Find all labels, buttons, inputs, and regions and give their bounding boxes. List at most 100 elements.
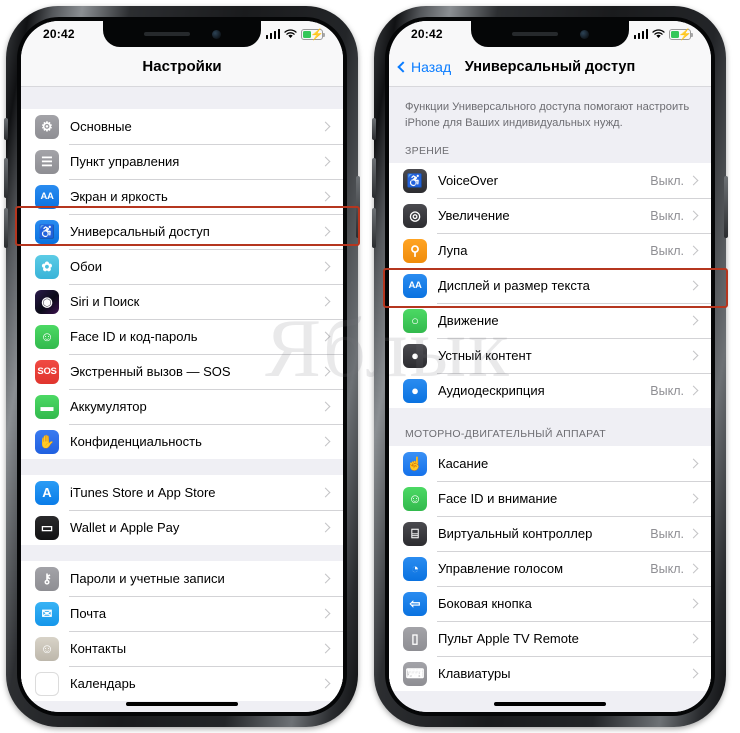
voice-ctrl-icon: ◔ <box>403 556 427 581</box>
earpiece-speaker <box>511 32 558 36</box>
list-item[interactable]: ☺ Face ID и внимание <box>389 481 711 517</box>
left-phone-screen: 20:42 ⚡ Настройки ⚙Основные☰Пункт упр <box>21 21 343 712</box>
list-item[interactable]: ▬ Аккумулятор <box>21 389 343 424</box>
list-item[interactable]: ✉ Почта <box>21 596 343 631</box>
chevron-right-icon <box>688 351 699 361</box>
list-item-label: Универсальный доступ <box>70 224 210 239</box>
chevron-right-icon <box>688 634 699 644</box>
home-indicator[interactable] <box>494 702 606 706</box>
list-item[interactable]: ⌨ Клавиатуры <box>389 656 711 692</box>
cellular-bars-icon <box>633 29 648 39</box>
list-item-label: Увеличение <box>438 208 510 224</box>
list-item-label: Почта <box>70 606 107 621</box>
settings-group: AiTunes Store и App Store ▭ Wallet и Apple… <box>21 475 343 545</box>
settings-list[interactable]: ⚙ Основные ☰ Пункт управления AA Экран и ярко… <box>21 87 343 712</box>
list-item[interactable]: ● Аудиодескрипция Выкл. <box>389 373 711 409</box>
chevron-right-icon <box>320 296 331 307</box>
switch-ctrl-icon: ⌸ <box>403 521 427 546</box>
back-button[interactable]: Назад <box>397 59 451 75</box>
power-button[interactable] <box>356 176 360 238</box>
list-item[interactable]: ● Устный контент <box>389 338 711 374</box>
volume-down-button[interactable] <box>4 208 8 248</box>
chevron-right-icon <box>320 487 331 498</box>
chevron-right-icon <box>688 386 699 396</box>
list-item[interactable]: ♿ Универсальный доступ <box>21 214 343 249</box>
mute-switch[interactable] <box>372 118 376 140</box>
wifi-icon <box>284 29 297 39</box>
notch <box>471 21 629 47</box>
list-item[interactable]: SOS Экстренный вызов — SOS <box>21 354 343 389</box>
chevron-right-icon <box>320 401 331 412</box>
mail-icon: ✉ <box>35 601 59 626</box>
chevron-right-icon <box>688 459 699 469</box>
battery-icon: ▬ <box>35 394 59 419</box>
list-item[interactable]: ◉ Siri и Поиск <box>21 284 343 319</box>
volume-up-button[interactable] <box>4 158 8 198</box>
right-phone-screen: 20:42 ⚡ Назад Универсальный доступ Функц… <box>389 21 711 712</box>
status-time: 20:42 <box>43 27 75 41</box>
list-item-label: Конфиденциальность <box>70 434 202 449</box>
volume-down-button[interactable] <box>372 208 376 248</box>
list-item-label: Виртуальный контроллер <box>438 526 593 542</box>
accessibility-list[interactable]: Функции Универсального доступа помогают … <box>389 87 711 712</box>
list-item-label: Siri и Поиск <box>70 294 140 309</box>
list-item[interactable]: AA Дисплей и размер текста <box>389 268 711 304</box>
volume-up-button[interactable] <box>372 158 376 198</box>
power-button[interactable] <box>724 176 728 238</box>
battery-charging-icon: ⚡ <box>301 28 325 41</box>
faceid-icon: ☺ <box>35 324 59 349</box>
list-item[interactable]: ⚙ Основные <box>21 109 343 144</box>
list-item[interactable]: ○ Движение <box>389 303 711 339</box>
list-item[interactable]: ☰ Пункт управления <box>21 144 343 179</box>
list-item[interactable]: ▯ Пульт Apple TV Remote <box>389 621 711 657</box>
chevron-right-icon <box>688 316 699 326</box>
chevron-right-icon <box>320 121 331 132</box>
right-nav-bar: Назад Универсальный доступ <box>389 47 711 87</box>
list-item-label: Лупа <box>438 243 468 259</box>
list-item[interactable]: Календарь <box>21 666 343 701</box>
list-item-label: Касание <box>438 456 489 472</box>
wifi-icon <box>652 29 665 39</box>
spoken-icon: ● <box>403 343 427 368</box>
list-item-value: Выкл. <box>650 208 684 223</box>
battery-charging-icon: ⚡ <box>669 28 693 41</box>
list-item[interactable]: ✋ Конфиденциальность <box>21 424 343 459</box>
mute-switch[interactable] <box>4 118 8 140</box>
list-item-label: Face ID и внимание <box>438 491 558 507</box>
settings-group: ☝ Касание ☺ Face ID и внимание ⌸ Виртуальный … <box>389 446 711 692</box>
wallpaper-icon: ✿ <box>35 254 59 279</box>
list-item[interactable]: ☺ Контакты <box>21 631 343 666</box>
chevron-left-icon <box>397 60 409 73</box>
list-item[interactable]: ☺ Face ID и код-пароль <box>21 319 343 354</box>
list-item-label: VoiceOver <box>438 173 498 189</box>
chevron-right-icon <box>688 211 699 221</box>
status-indicators: ⚡ <box>265 28 325 41</box>
display-aa-icon: AA <box>403 273 427 298</box>
list-item[interactable]: ◎ Увеличение Выкл. <box>389 198 711 234</box>
intro-description: Функции Универсального доступа помогают … <box>389 87 711 142</box>
touch-icon: ☝ <box>403 451 427 476</box>
list-item[interactable]: ♿ VoiceOver Выкл. <box>389 163 711 199</box>
list-item[interactable]: ✿ Обои <box>21 249 343 284</box>
list-item[interactable]: ◔ Управление голосом Выкл. <box>389 551 711 587</box>
list-item[interactable]: AiTunes Store и App Store <box>21 475 343 510</box>
list-item[interactable]: AA Экран и яркость <box>21 179 343 214</box>
list-item[interactable]: ⚷ Пароли и учетные записи <box>21 561 343 596</box>
list-item[interactable]: ⇦ Боковая кнопка <box>389 586 711 622</box>
list-item[interactable]: ⚲ Лупа Выкл. <box>389 233 711 269</box>
list-item-label: iTunes Store и App Store <box>70 485 216 500</box>
notch <box>103 21 261 47</box>
list-item-value: Выкл. <box>650 561 684 576</box>
left-phone-bezel: 20:42 ⚡ Настройки ⚙Основные☰Пункт упр <box>17 17 347 716</box>
home-indicator[interactable] <box>126 702 238 706</box>
cellular-bars-icon <box>265 29 280 39</box>
list-item[interactable]: ⌸ Виртуальный контроллер Выкл. <box>389 516 711 552</box>
chevron-right-icon <box>320 366 331 377</box>
list-item[interactable]: ▭ Wallet и Apple Pay <box>21 510 343 545</box>
list-item-label: Пульт Apple TV Remote <box>438 631 579 647</box>
magnifier-icon: ⚲ <box>403 238 427 263</box>
list-item-label: Управление голосом <box>438 561 564 577</box>
contacts-icon: ☺ <box>35 636 59 661</box>
list-item-label: Экстренный вызов — SOS <box>70 364 231 379</box>
list-item[interactable]: ☝ Касание <box>389 446 711 482</box>
